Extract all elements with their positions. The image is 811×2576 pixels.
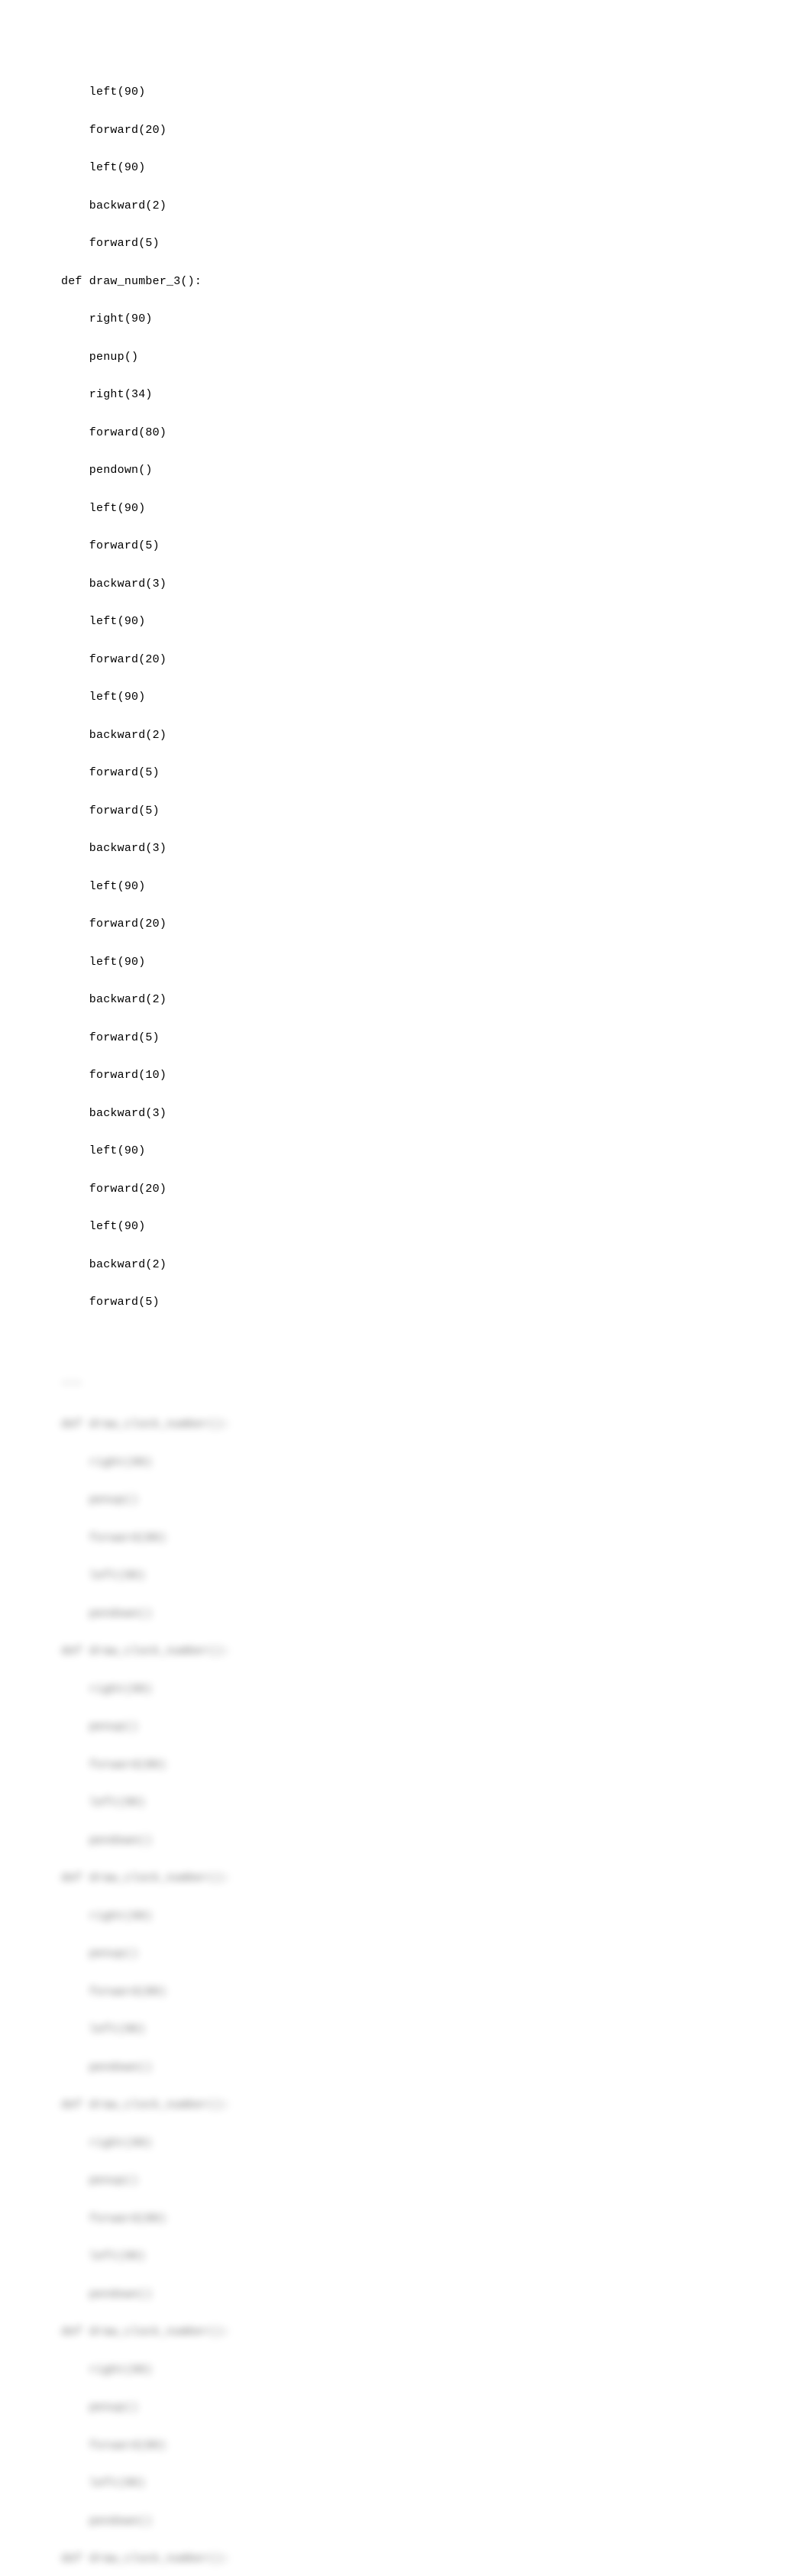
code-line: left(90) [61, 1145, 811, 1158]
code-line: backward(2) [61, 994, 811, 1007]
blurred-line: right(90) [61, 2364, 811, 2377]
code-line: forward(5) [61, 805, 811, 818]
blurred-line: forward(80) [61, 1532, 811, 1545]
code-line: left(90) [61, 691, 811, 704]
code-line: backward(3) [61, 1108, 811, 1121]
blurred-line: forward(80) [61, 2213, 811, 2226]
code-line: forward(20) [61, 654, 811, 667]
code-document: left(90) forward(20) left(90) backward(2… [0, 0, 811, 2576]
code-line: forward(5) [61, 238, 811, 251]
lower-code-block-blurred: ''' def draw_clock_number(): right(90) p… [61, 1356, 811, 2576]
code-line: left(90) [61, 503, 811, 516]
code-line: forward(5) [61, 1032, 811, 1045]
upper-code-block: left(90) forward(20) left(90) backward(2… [61, 61, 811, 1335]
code-line: backward(2) [61, 200, 811, 213]
code-line: right(90) [61, 313, 811, 326]
blurred-line: penup() [61, 1494, 811, 1507]
code-line: left(90) [61, 881, 811, 894]
code-line: left(90) [61, 86, 811, 99]
blurred-line: right(90) [61, 1911, 811, 1924]
blurred-line: def draw_clock_number(): [61, 1646, 811, 1659]
code-line-def: def draw_number_3(): [61, 276, 811, 289]
code-line: forward(80) [61, 427, 811, 440]
code-line: left(90) [61, 956, 811, 969]
blurred-line: def draw_clock_number(): [61, 1419, 811, 1432]
blurred-line: right(90) [61, 1684, 811, 1697]
blurred-line: forward(80) [61, 1759, 811, 1772]
code-line: forward(20) [61, 1183, 811, 1196]
blurred-line: right(90) [61, 2137, 811, 2150]
code-line: penup() [61, 351, 811, 364]
blurred-line: left(90) [61, 1570, 811, 1583]
code-line: backward(3) [61, 578, 811, 591]
blurred-line: def draw_clock_number(): [61, 1872, 811, 1885]
blurred-line: pendown() [61, 2289, 811, 2302]
code-line: backward(2) [61, 1259, 811, 1272]
blurred-line: def draw_clock_number(): [61, 2326, 811, 2339]
code-line: backward(3) [61, 843, 811, 856]
code-line: pendown() [61, 464, 811, 477]
code-line: left(90) [61, 162, 811, 175]
code-line: forward(20) [61, 918, 811, 931]
blurred-line: def draw_clock_number(): [61, 2553, 811, 2566]
code-line: forward(5) [61, 767, 811, 780]
code-line: right(34) [61, 389, 811, 402]
blurred-line: ''' [61, 1381, 811, 1394]
blurred-line: forward(80) [61, 2440, 811, 2453]
code-line: forward(5) [61, 540, 811, 553]
blurred-line: pendown() [61, 1608, 811, 1621]
blurred-line: pendown() [61, 1835, 811, 1848]
code-line: backward(2) [61, 730, 811, 743]
blurred-line: right(90) [61, 1457, 811, 1470]
blurred-line: left(90) [61, 2251, 811, 2264]
code-line: forward(5) [61, 1296, 811, 1309]
code-line: forward(20) [61, 125, 811, 138]
blurred-line: left(90) [61, 2477, 811, 2490]
blurred-line: penup() [61, 2175, 811, 2188]
blurred-line: pendown() [61, 2516, 811, 2529]
blurred-line: left(90) [61, 2024, 811, 2037]
blurred-line: penup() [61, 1948, 811, 1961]
blurred-line: penup() [61, 2402, 811, 2415]
blurred-line: left(90) [61, 1797, 811, 1810]
code-line: left(90) [61, 1221, 811, 1234]
code-line: forward(10) [61, 1070, 811, 1083]
blurred-line: def draw_clock_number(): [61, 2099, 811, 2112]
blurred-line: pendown() [61, 2062, 811, 2075]
code-line: left(90) [61, 616, 811, 629]
blurred-line: forward(80) [61, 1986, 811, 1999]
blurred-line: penup() [61, 1721, 811, 1734]
